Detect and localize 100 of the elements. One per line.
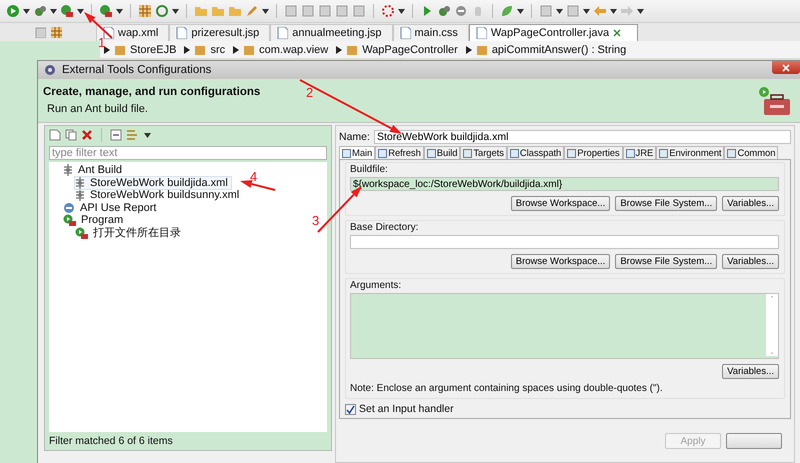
annotation-arrow — [84, 12, 113, 39]
ant-icon — [75, 176, 85, 189]
push-button[interactable]: Variables... — [722, 254, 779, 269]
stop-icon[interactable] — [454, 4, 468, 18]
close-button[interactable] — [772, 61, 800, 74]
tree-item[interactable]: Program — [63, 214, 126, 226]
scrollbar-drawing[interactable] — [766, 294, 778, 356]
annotation-number: 3 — [312, 214, 320, 228]
editor-tab[interactable]: main.css — [392, 24, 469, 41]
config-tab[interactable]: Targets — [460, 146, 507, 159]
dropdown-caret-icon[interactable] — [610, 8, 617, 14]
tree-item[interactable]: 打开文件所在目录 — [75, 226, 184, 239]
config-tab[interactable]: Refresh — [375, 146, 424, 159]
tree-item[interactable]: Ant Build — [63, 164, 126, 176]
dropdown-caret-icon[interactable] — [23, 8, 30, 14]
dropdown-caret-icon[interactable] — [637, 8, 644, 14]
run-tool-icon[interactable] — [60, 4, 74, 18]
chevron-icon[interactable] — [104, 46, 110, 54]
editor-tab[interactable]: WapPageController.java — [468, 24, 638, 41]
annotation-number: 4 — [250, 170, 258, 184]
collapse-icon[interactable] — [110, 129, 122, 141]
chevron-icon[interactable] — [336, 46, 342, 54]
checkmark-icon — [346, 404, 355, 414]
new-file-icon[interactable] — [49, 129, 61, 141]
checkbox-label: Set an Input handler — [359, 403, 454, 415]
delete-icon[interactable] — [81, 129, 93, 141]
grid-icon[interactable] — [138, 4, 152, 18]
push-button[interactable]: Variables... — [722, 364, 779, 379]
tab-icon — [510, 148, 519, 158]
tab-icon — [378, 148, 388, 158]
editor-tab[interactable]: annualmeeting.jsp — [270, 24, 392, 41]
dropdown-caret-icon[interactable] — [556, 8, 563, 14]
ant-icon — [63, 164, 73, 176]
breadcrumb-item[interactable]: com.wap.view — [259, 44, 328, 56]
file-icon — [176, 27, 188, 39]
copy-icon[interactable] — [65, 129, 77, 141]
config-tab[interactable]: JRE — [622, 146, 656, 159]
tree-item[interactable]: StoreWebWork buildsunny.xml — [75, 189, 242, 202]
name-field[interactable]: StoreWebWork buildjida.xml — [374, 130, 791, 144]
dotted-circle-icon[interactable] — [381, 4, 395, 18]
dropdown-caret-icon[interactable] — [583, 8, 590, 14]
program-icon — [75, 226, 88, 239]
program-icon — [63, 214, 76, 226]
push-button[interactable]: Variables... — [722, 196, 779, 211]
checkbox[interactable] — [345, 404, 356, 414]
filter-field[interactable]: type filter text — [49, 146, 327, 160]
config-tab[interactable]: Properties — [564, 146, 623, 159]
group-label: Base Directory: — [350, 222, 420, 233]
ant-icon — [75, 189, 85, 202]
path-field[interactable]: ${workspace_loc:/StoreWebWork/buildjida.xml} — [350, 177, 779, 191]
config-tab[interactable]: Common — [724, 146, 778, 159]
breadcrumb-item[interactable]: src — [210, 44, 226, 56]
tab-icon — [567, 148, 576, 158]
dropdown-caret-icon[interactable] — [398, 8, 405, 14]
tab-icon — [342, 148, 351, 158]
dropdown-caret-icon[interactable] — [116, 8, 123, 14]
close-icon[interactable] — [613, 29, 622, 37]
file-icon — [476, 27, 487, 39]
tree-item[interactable]: API Use Report — [63, 202, 160, 214]
push-button[interactable]: Browse Workspace... — [510, 196, 610, 211]
config-tab[interactable]: Build — [424, 146, 460, 159]
window-title: External Tools Configurations — [62, 64, 212, 76]
push-button[interactable]: Browse Workspace... — [510, 254, 610, 269]
config-tab[interactable]: Main — [339, 146, 376, 159]
config-tab[interactable]: Environment — [656, 146, 724, 159]
dropdown-caret-icon[interactable] — [144, 132, 151, 138]
header-title: Create, manage, and run configurations — [43, 86, 260, 98]
tab-icon — [463, 148, 472, 158]
push-button[interactable]: Browse File System... — [615, 196, 718, 211]
annotation-arrow — [240, 180, 276, 191]
dropdown-caret-icon[interactable] — [77, 8, 84, 14]
path-field[interactable] — [350, 235, 779, 249]
tab-icon — [659, 148, 668, 158]
toolbox-icon — [758, 86, 792, 116]
dialog-button[interactable] — [726, 433, 782, 449]
chevron-icon[interactable] — [233, 46, 240, 54]
run-tool-icon[interactable] — [99, 4, 113, 18]
dropdown-caret-icon[interactable] — [50, 8, 57, 14]
config-tab[interactable]: Classpath — [506, 146, 564, 159]
play-icon[interactable] — [6, 4, 20, 18]
filter-status: Filter matched 6 of 6 items — [48, 434, 174, 449]
tab-icon — [626, 148, 635, 158]
dropdown-caret-icon[interactable] — [517, 8, 524, 14]
arguments-field[interactable] — [350, 293, 779, 359]
header-message: Run an Ant build file. — [47, 103, 149, 115]
tab-icon — [426, 148, 436, 158]
breadcrumb-item[interactable]: StoreEJB — [130, 44, 176, 56]
group-label: Arguments: — [350, 280, 402, 291]
grid-icon[interactable] — [50, 26, 62, 38]
close-icon — [782, 64, 790, 72]
chevron-icon[interactable] — [184, 46, 190, 54]
editor-tab[interactable]: prizeresult.jsp — [169, 24, 270, 41]
tree-item[interactable]: StoreWebWork buildjida.xml — [75, 176, 231, 189]
breadcrumb-item[interactable]: WapPageController — [362, 44, 458, 56]
dropdown-caret-icon[interactable] — [262, 8, 269, 14]
chevron-icon[interactable] — [466, 46, 472, 54]
breadcrumb-item[interactable]: apiCommitAnswer() : String — [492, 44, 626, 56]
file-icon — [277, 27, 288, 39]
dropdown-caret-icon[interactable] — [172, 8, 179, 14]
push-button[interactable]: Browse File System... — [615, 254, 718, 269]
